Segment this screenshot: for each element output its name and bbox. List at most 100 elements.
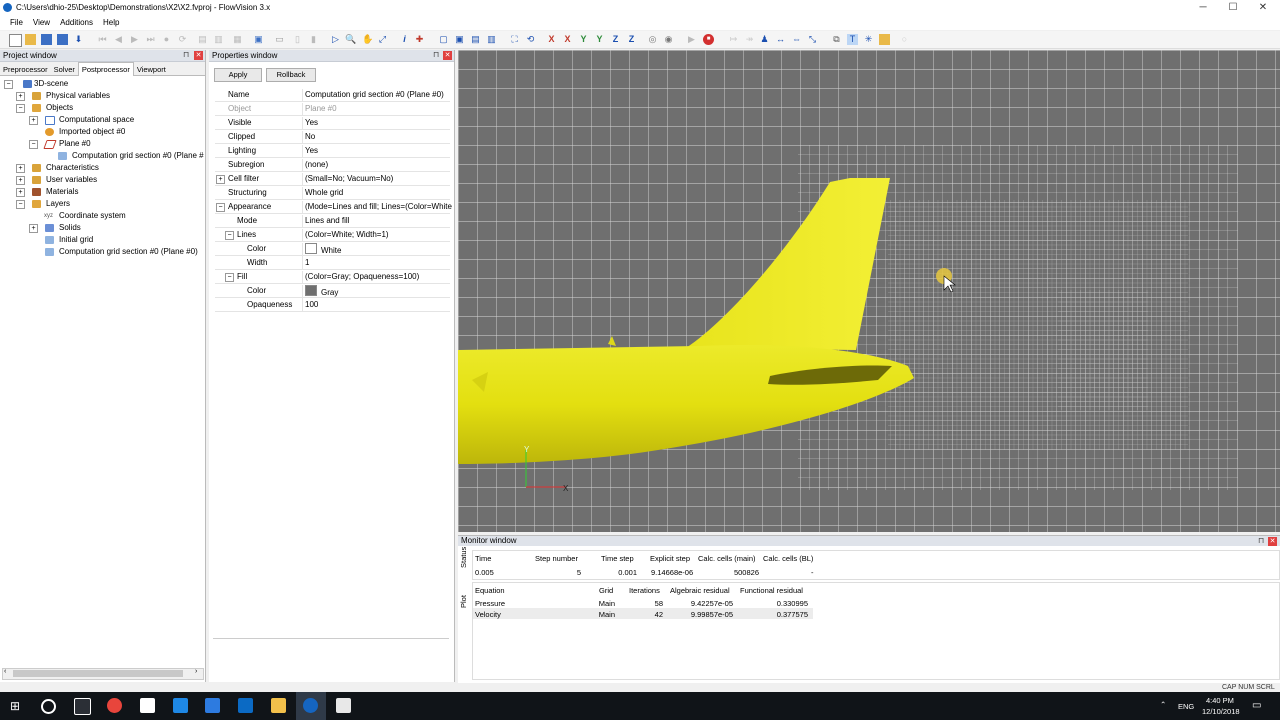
tree-item-characteristics[interactable]: + Characteristics <box>16 162 204 174</box>
menu-help[interactable]: Help <box>98 16 124 30</box>
save-icon[interactable] <box>41 34 52 45</box>
edge-icon[interactable] <box>173 698 188 713</box>
windows-start-icon[interactable]: ⊞ <box>10 700 22 712</box>
task-view-icon[interactable] <box>74 698 91 715</box>
pan-hand-icon[interactable]: ✋ <box>362 34 373 45</box>
tree-item-initial-grid[interactable]: Initial grid <box>29 234 204 246</box>
notepad-icon[interactable] <box>140 698 155 713</box>
prop-lines-color[interactable]: Color White <box>215 243 450 257</box>
tab-preprocessor[interactable]: Preprocessor <box>0 63 51 76</box>
download-icon[interactable]: ⬇ <box>73 34 84 45</box>
tree-item-solids[interactable]: + Solids <box>29 222 204 234</box>
cube-icon[interactable]: ⧉ <box>831 34 842 45</box>
prop-name[interactable]: Name Computation grid section #0 (Plane #… <box>215 89 450 102</box>
menu-file[interactable]: File <box>5 16 28 30</box>
view-box-icon[interactable]: ▢ <box>438 34 449 45</box>
table-row[interactable]: Velocity Main 42 9.99857e-05 0.377575 <box>473 608 813 619</box>
minimize-button[interactable]: ─ <box>1186 0 1220 16</box>
pin-icon[interactable]: ⊓ <box>183 50 189 59</box>
plot-tab[interactable]: Plot <box>459 595 468 608</box>
view-top-icon[interactable]: ▥ <box>486 34 497 45</box>
horizontal-scrollbar[interactable]: ‹ › <box>2 668 204 680</box>
tree-item-imported-object[interactable]: Imported object #0 <box>29 126 204 138</box>
close-panel-icon[interactable]: ✕ <box>1268 537 1277 546</box>
prop-clipped[interactable]: Clipped No <box>215 131 450 144</box>
prop-structuring[interactable]: Structuring Whole grid <box>215 187 450 200</box>
export-icon[interactable]: ▤ <box>197 34 208 45</box>
step-back-icon[interactable]: ⏮ <box>97 34 108 45</box>
prop-mode[interactable]: Mode Lines and fill <box>215 215 450 228</box>
prop-cell-filter[interactable]: + Cell filter (Small=No; Vacuum=No) <box>215 173 450 186</box>
view-side-icon[interactable]: ▤ <box>470 34 481 45</box>
prop-lines[interactable]: − Lines (Color=White; Width=1) <box>215 229 450 242</box>
close-window-button[interactable]: ✕ <box>1246 0 1280 16</box>
tray-chevron-icon[interactable]: ⌃ <box>1160 700 1166 709</box>
tab-solver[interactable]: Solver <box>51 63 78 76</box>
step-icon[interactable]: ↦ <box>728 34 739 45</box>
image-icon[interactable]: ▣ <box>253 34 264 45</box>
collapse-icon[interactable]: − <box>225 231 234 240</box>
expand-icon[interactable]: + <box>16 176 25 185</box>
sync-icon[interactable]: ⟳ <box>177 34 188 45</box>
notification-icon[interactable]: ▭ <box>1252 700 1261 711</box>
viewport-canvas[interactable]: Y X <box>458 50 1280 532</box>
prop-lighting[interactable]: Lighting Yes <box>215 145 450 158</box>
chrome-icon[interactable] <box>107 698 122 713</box>
collapse-icon[interactable]: − <box>16 104 25 113</box>
panel-icon[interactable]: ▮ <box>308 34 319 45</box>
palette-icon[interactable] <box>879 34 890 45</box>
clock-time[interactable]: 4:40 PM <box>1206 696 1234 705</box>
maximize-button[interactable]: ☐ <box>1216 0 1250 16</box>
tree-item-3d-scene[interactable]: −3D-scene <box>4 78 204 90</box>
person-icon[interactable]: ♟ <box>759 34 770 45</box>
lighting-icon[interactable]: ◉ <box>663 34 674 45</box>
expand-icon[interactable]: + <box>29 224 38 233</box>
pin-icon[interactable]: ⊓ <box>1258 536 1264 545</box>
info-icon[interactable]: i <box>399 34 410 45</box>
axis-z-minus-icon[interactable]: Z <box>610 34 621 45</box>
language-indicator[interactable]: ENG <box>1178 702 1194 711</box>
tree-item-physical-variables[interactable]: + Physical variables <box>16 90 204 102</box>
collapse-icon[interactable]: − <box>16 200 25 209</box>
view-front-icon[interactable]: ▣ <box>454 34 465 45</box>
zoom-icon[interactable]: 🔍 <box>345 34 356 45</box>
axis-y-plus-icon[interactable]: Y <box>594 34 605 45</box>
grid-toggle-icon[interactable]: ▦ <box>232 34 243 45</box>
flowvision-icon[interactable] <box>303 698 318 713</box>
3d-viewport[interactable]: Y X <box>458 50 1280 532</box>
perspective-icon[interactable]: ◎ <box>647 34 658 45</box>
expand-icon[interactable]: + <box>216 175 225 184</box>
search-icon[interactable] <box>41 699 56 714</box>
prop-fill[interactable]: − Fill (Color=Gray; Opaqueness=100) <box>215 271 450 284</box>
pin-icon[interactable]: ⊓ <box>433 50 439 59</box>
fullscreen-icon[interactable]: ⤡ <box>807 34 818 45</box>
prev-icon[interactable]: ◀ <box>113 34 124 45</box>
apply-button[interactable]: Apply <box>214 68 262 82</box>
collapse-icon[interactable]: − <box>29 140 38 149</box>
collapse-icon[interactable]: − <box>4 80 13 89</box>
tab-postprocessor[interactable]: Postprocessor <box>77 62 134 76</box>
split-icon[interactable]: ▯ <box>292 34 303 45</box>
store-icon[interactable] <box>205 698 220 713</box>
tree-item-user-variables[interactable]: + User variables <box>16 174 204 186</box>
prop-appearance[interactable]: − Appearance (Mode=Lines and fill; Lines=(… <box>215 201 452 214</box>
expand-icon[interactable]: + <box>16 188 25 197</box>
app-window-icon[interactable] <box>336 698 351 713</box>
expand-icon[interactable]: + <box>29 116 38 125</box>
rotate-icon[interactable]: ⤢ <box>377 34 388 45</box>
probe-icon[interactable]: ✚ <box>414 34 425 45</box>
rollback-button[interactable]: Rollback <box>266 68 316 82</box>
scroll-left-icon[interactable]: ‹ <box>4 668 6 675</box>
close-panel-icon[interactable]: ✕ <box>194 51 203 60</box>
window-icon[interactable]: ▭ <box>274 34 285 45</box>
status-tab[interactable]: Status <box>459 547 468 568</box>
scroll-right-icon[interactable]: › <box>195 668 197 675</box>
open-folder-icon[interactable] <box>25 34 36 45</box>
step-forward-icon[interactable]: ⏭ <box>145 34 156 45</box>
tree-item-layers[interactable]: − Layers <box>16 198 204 210</box>
record-icon[interactable]: ● <box>161 34 172 45</box>
expand-icon[interactable]: + <box>16 92 25 101</box>
layout-icon[interactable]: ▥ <box>213 34 224 45</box>
tab-viewport[interactable]: Viewport <box>134 63 169 76</box>
tree-item-plane[interactable]: − Plane #0 <box>29 138 204 150</box>
